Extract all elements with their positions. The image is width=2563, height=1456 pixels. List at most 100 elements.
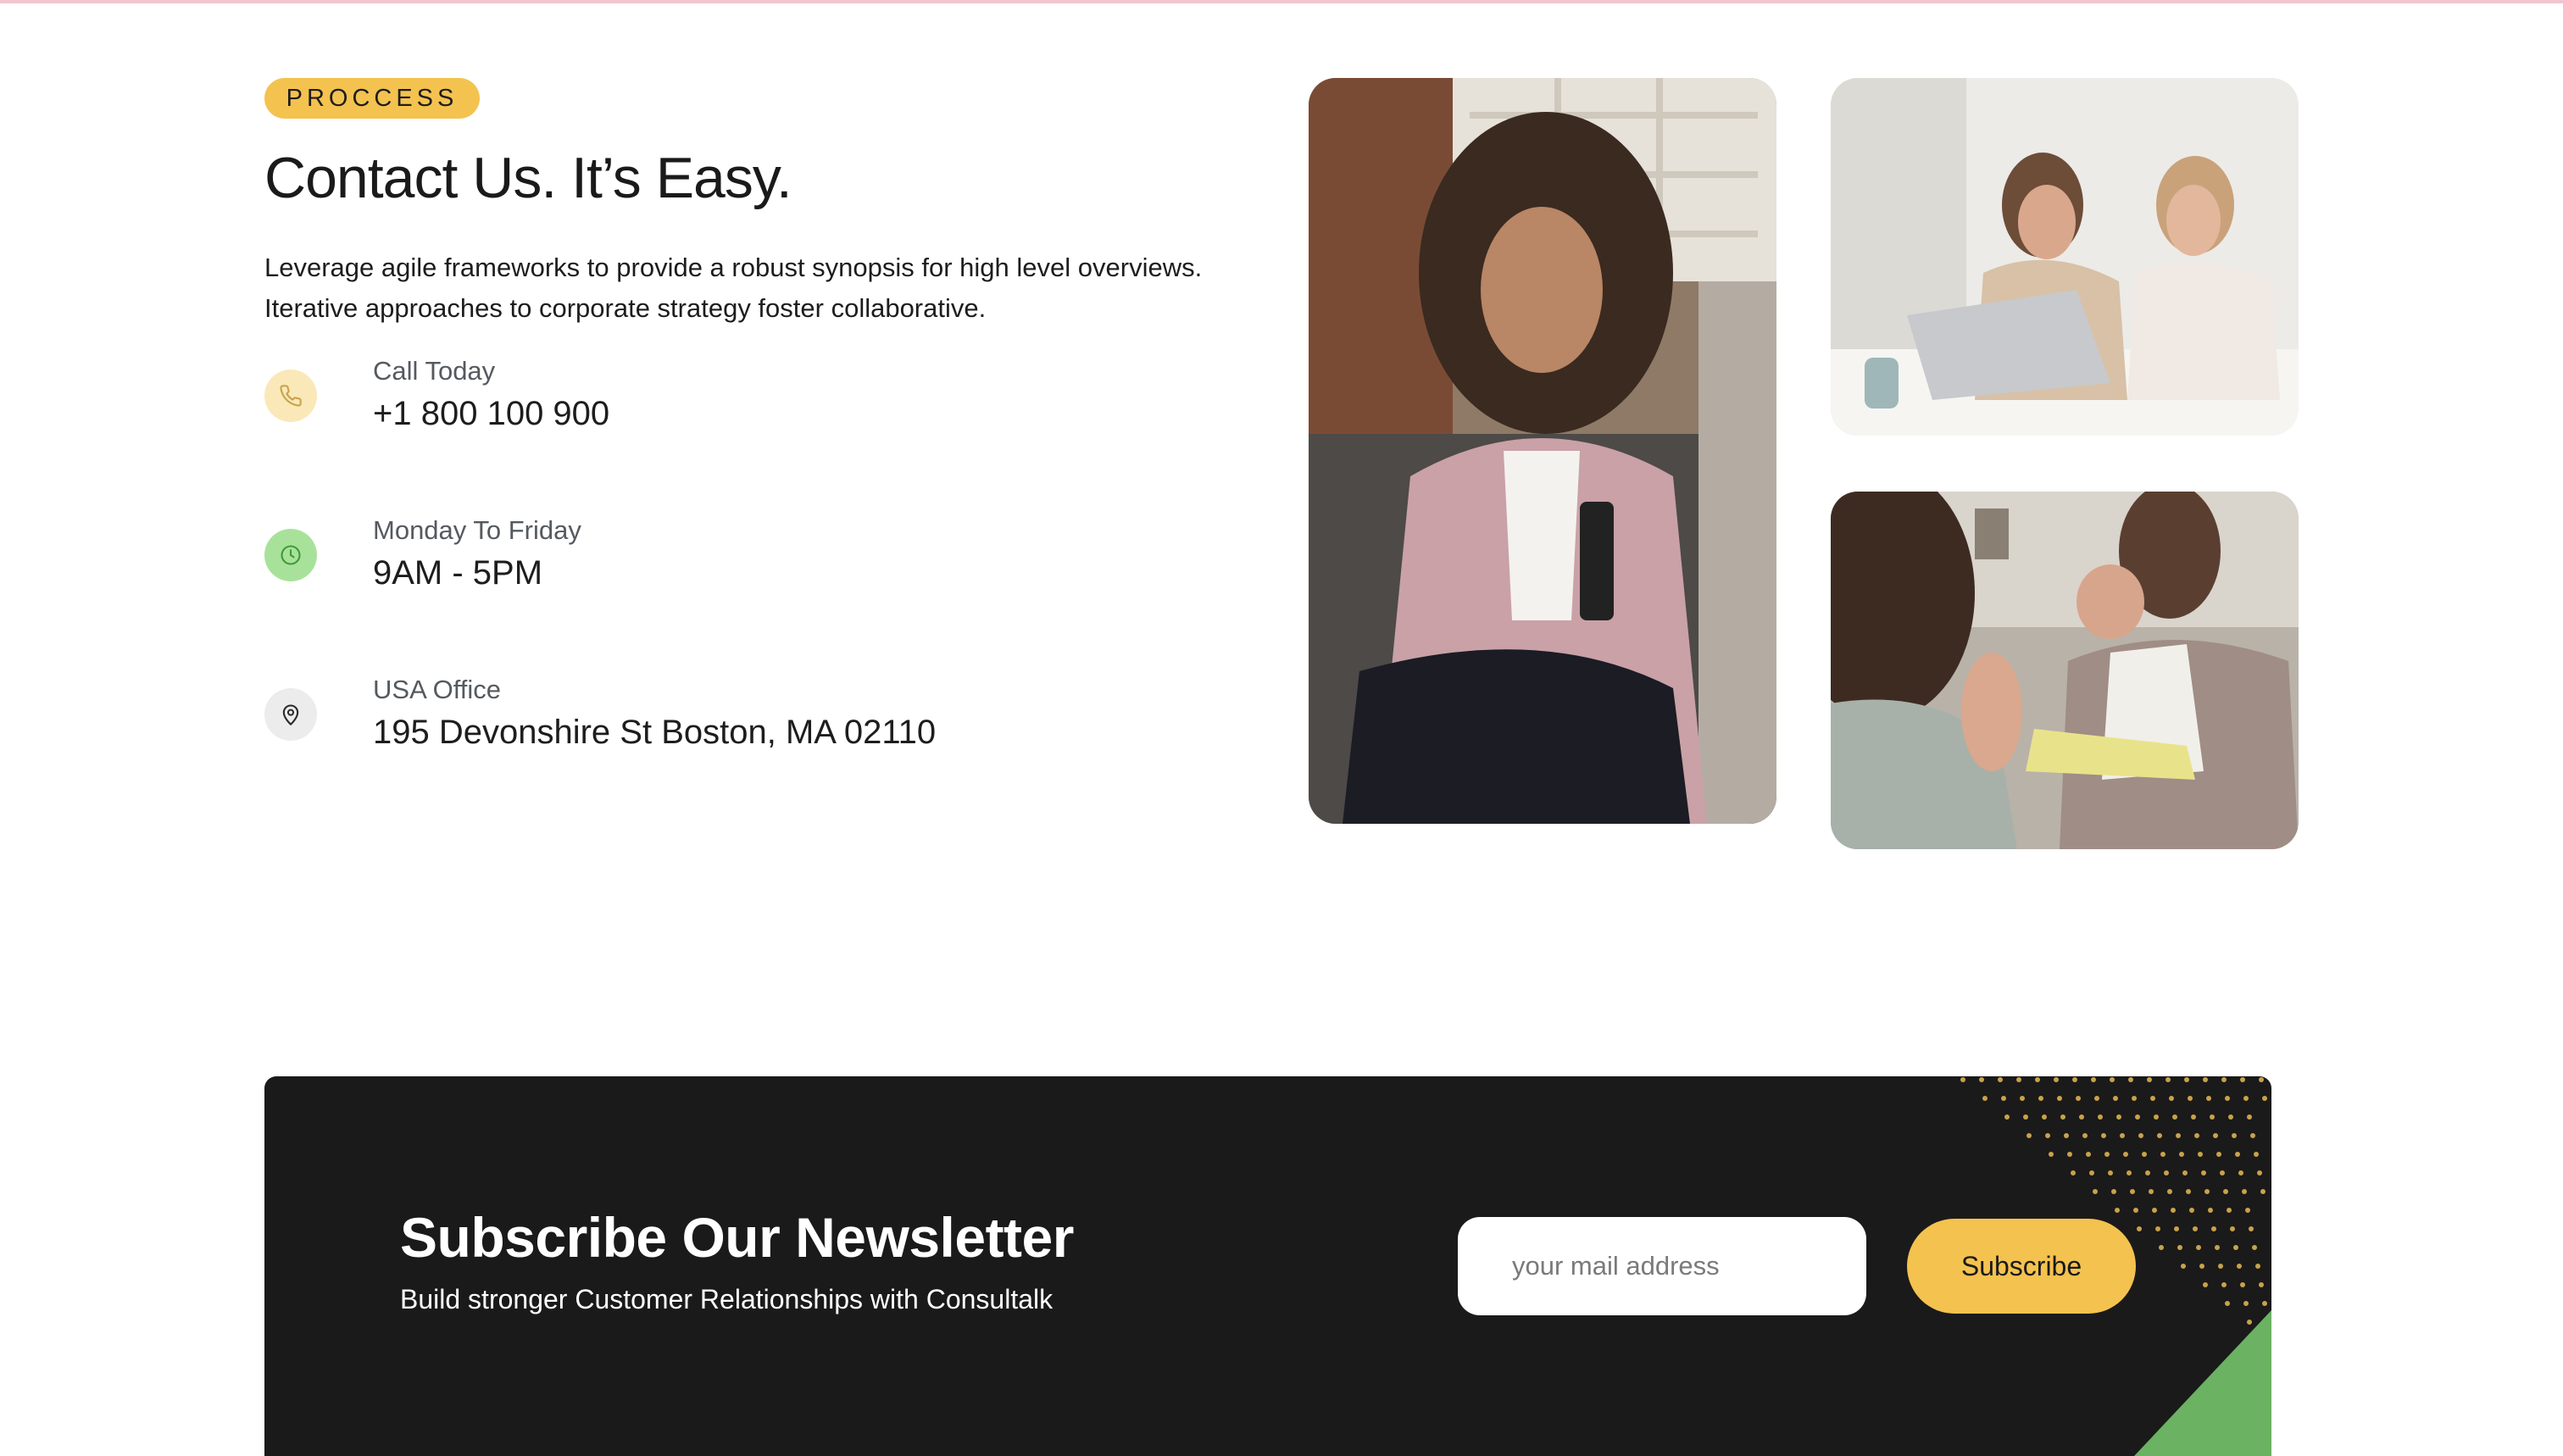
pattern-dot [2145, 1170, 2150, 1175]
pattern-dot [2230, 1226, 2235, 1231]
pattern-dot [2193, 1226, 2198, 1231]
contact-heading: Contact Us. It’s Easy. [264, 146, 792, 210]
pattern-dot [2086, 1152, 2091, 1157]
pattern-dot [2123, 1152, 2128, 1157]
pattern-dot [2167, 1189, 2172, 1194]
newsletter-subtitle: Build stronger Customer Relationships wi… [400, 1284, 1054, 1314]
contact-item-label: USA Office [373, 675, 502, 704]
contact-item-phone[interactable]: Call Today +1 800 100 900 [264, 356, 1197, 449]
email-field[interactable] [1458, 1217, 1866, 1315]
pattern-dot [2237, 1264, 2242, 1269]
pattern-dot [2128, 1077, 2133, 1082]
pattern-dot [2191, 1114, 2196, 1120]
pattern-dot [2199, 1264, 2204, 1269]
pattern-dot [2221, 1282, 2227, 1287]
pattern-dot [2196, 1245, 2201, 1250]
pattern-dot [1998, 1077, 2003, 1082]
pattern-dot [2079, 1114, 2084, 1120]
pattern-dot [2252, 1245, 2257, 1250]
pattern-dot [2127, 1170, 2132, 1175]
subscribe-button[interactable]: Subscribe [1907, 1219, 2136, 1314]
pattern-dot [2182, 1170, 2188, 1175]
pattern-dot [2016, 1077, 2021, 1082]
pattern-dot [2203, 1077, 2208, 1082]
pattern-dot [2023, 1114, 2028, 1120]
pattern-dot [2072, 1077, 2077, 1082]
pattern-dot [2042, 1114, 2047, 1120]
pattern-dot [2201, 1170, 2206, 1175]
pattern-dot [2247, 1320, 2252, 1325]
pattern-dot [2038, 1096, 2043, 1101]
photo-team-discussion [1831, 492, 2299, 849]
photo-woman-seated [1309, 78, 1776, 824]
pattern-dot [2203, 1282, 2208, 1287]
pattern-dot [2223, 1189, 2228, 1194]
pattern-dot [2189, 1208, 2194, 1213]
pattern-dot [2045, 1133, 2050, 1138]
pattern-dot [2260, 1189, 2266, 1194]
pattern-dot [2210, 1114, 2215, 1120]
pattern-dot [2243, 1301, 2249, 1306]
pattern-dot [2169, 1096, 2174, 1101]
pattern-dot [2206, 1096, 2211, 1101]
pattern-dot [2138, 1133, 2143, 1138]
pattern-dot [2147, 1077, 2152, 1082]
pattern-dot [2149, 1189, 2154, 1194]
green-corner-shape [2134, 1310, 2271, 1456]
pattern-dot [2259, 1077, 2264, 1082]
pattern-dot [2220, 1170, 2225, 1175]
pattern-dot [2098, 1114, 2103, 1120]
pattern-dot [2221, 1077, 2227, 1082]
pattern-dot [2001, 1096, 2006, 1101]
contact-item-hours: Monday To Friday 9AM - 5PM [264, 515, 1197, 609]
newsletter-banner: Subscribe Our Newsletter Build stronger … [264, 1076, 2271, 1456]
pattern-dot [2218, 1264, 2223, 1269]
pattern-dot [2155, 1226, 2160, 1231]
pattern-dot [2076, 1096, 2081, 1101]
pattern-dot [2130, 1189, 2135, 1194]
pattern-dot [2208, 1208, 2213, 1213]
pattern-dot [2142, 1152, 2147, 1157]
pattern-dot [2213, 1133, 2218, 1138]
pattern-dot [2188, 1096, 2193, 1101]
contact-item-label: Monday To Friday [373, 515, 581, 545]
pattern-dot [2157, 1133, 2162, 1138]
contact-item-value[interactable]: +1 800 100 900 [373, 395, 609, 433]
phone-icon [264, 370, 317, 422]
pattern-dot [2194, 1133, 2199, 1138]
newsletter-title: Subscribe Our Newsletter [400, 1206, 1074, 1269]
pattern-dot [2026, 1133, 2032, 1138]
pattern-dot [2111, 1189, 2116, 1194]
pattern-dot [2150, 1096, 2155, 1101]
pattern-dot [2082, 1133, 2088, 1138]
pattern-dot [2020, 1096, 2025, 1101]
pattern-dot [1982, 1096, 1988, 1101]
pattern-dot [2184, 1077, 2189, 1082]
pattern-dot [2211, 1226, 2216, 1231]
pattern-dot [2171, 1208, 2176, 1213]
pattern-dot [2242, 1189, 2247, 1194]
pattern-dot [2216, 1152, 2221, 1157]
pattern-dot [2104, 1152, 2110, 1157]
pattern-dot [2174, 1226, 2179, 1231]
pattern-dot [2067, 1152, 2072, 1157]
pattern-dot [2152, 1208, 2157, 1213]
pattern-dot [2259, 1282, 2264, 1287]
pattern-dot [1960, 1077, 1965, 1082]
contact-item-value: 195 Devonshire St Boston, MA 02110 [373, 714, 937, 751]
pattern-dot [2233, 1245, 2238, 1250]
pattern-dot [2120, 1133, 2125, 1138]
clock-icon [264, 529, 317, 581]
pattern-dot [2227, 1208, 2232, 1213]
pattern-dot [2255, 1264, 2260, 1269]
pattern-dot [2186, 1189, 2191, 1194]
pattern-dot [2204, 1189, 2210, 1194]
pattern-dot [2093, 1189, 2098, 1194]
pattern-dot [2115, 1208, 2120, 1213]
pattern-dot [2225, 1096, 2230, 1101]
pattern-dot [2176, 1133, 2181, 1138]
pattern-dot [2165, 1077, 2171, 1082]
pattern-dot [2108, 1170, 2113, 1175]
pattern-dot [2257, 1170, 2262, 1175]
pattern-dot [2101, 1133, 2106, 1138]
